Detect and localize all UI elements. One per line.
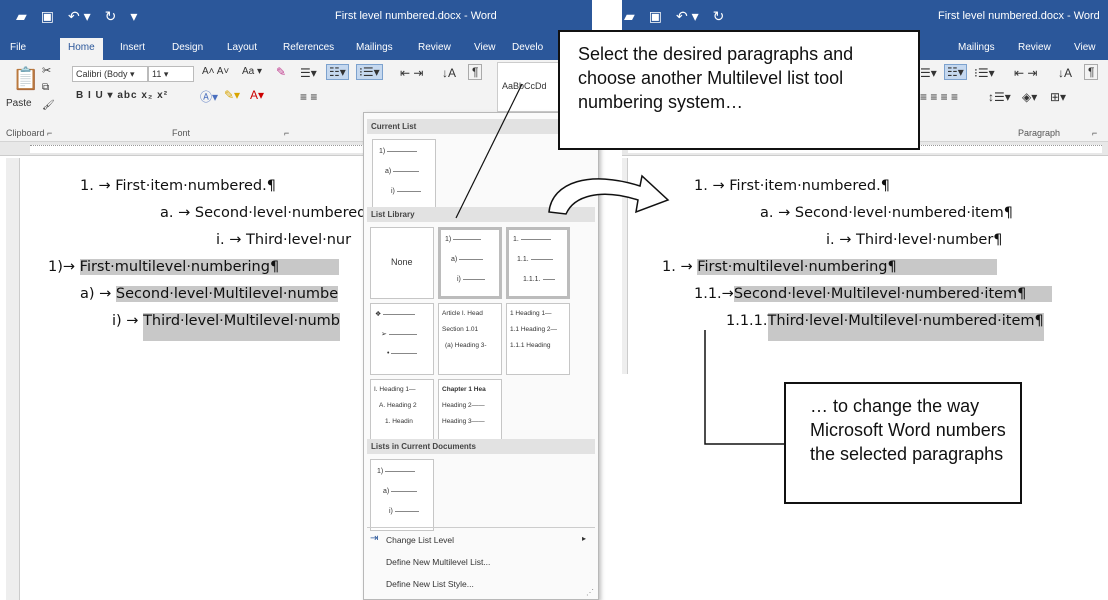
curved-arrow-icon: [548, 174, 670, 215]
callout-top: Select the desired paragraphs and choose…: [558, 30, 920, 150]
callout-bottom: … to change the way Microsoft Word numbe…: [784, 382, 1022, 504]
annotation-overlay: [455, 83, 797, 445]
callout-pointer-line: [455, 83, 523, 219]
